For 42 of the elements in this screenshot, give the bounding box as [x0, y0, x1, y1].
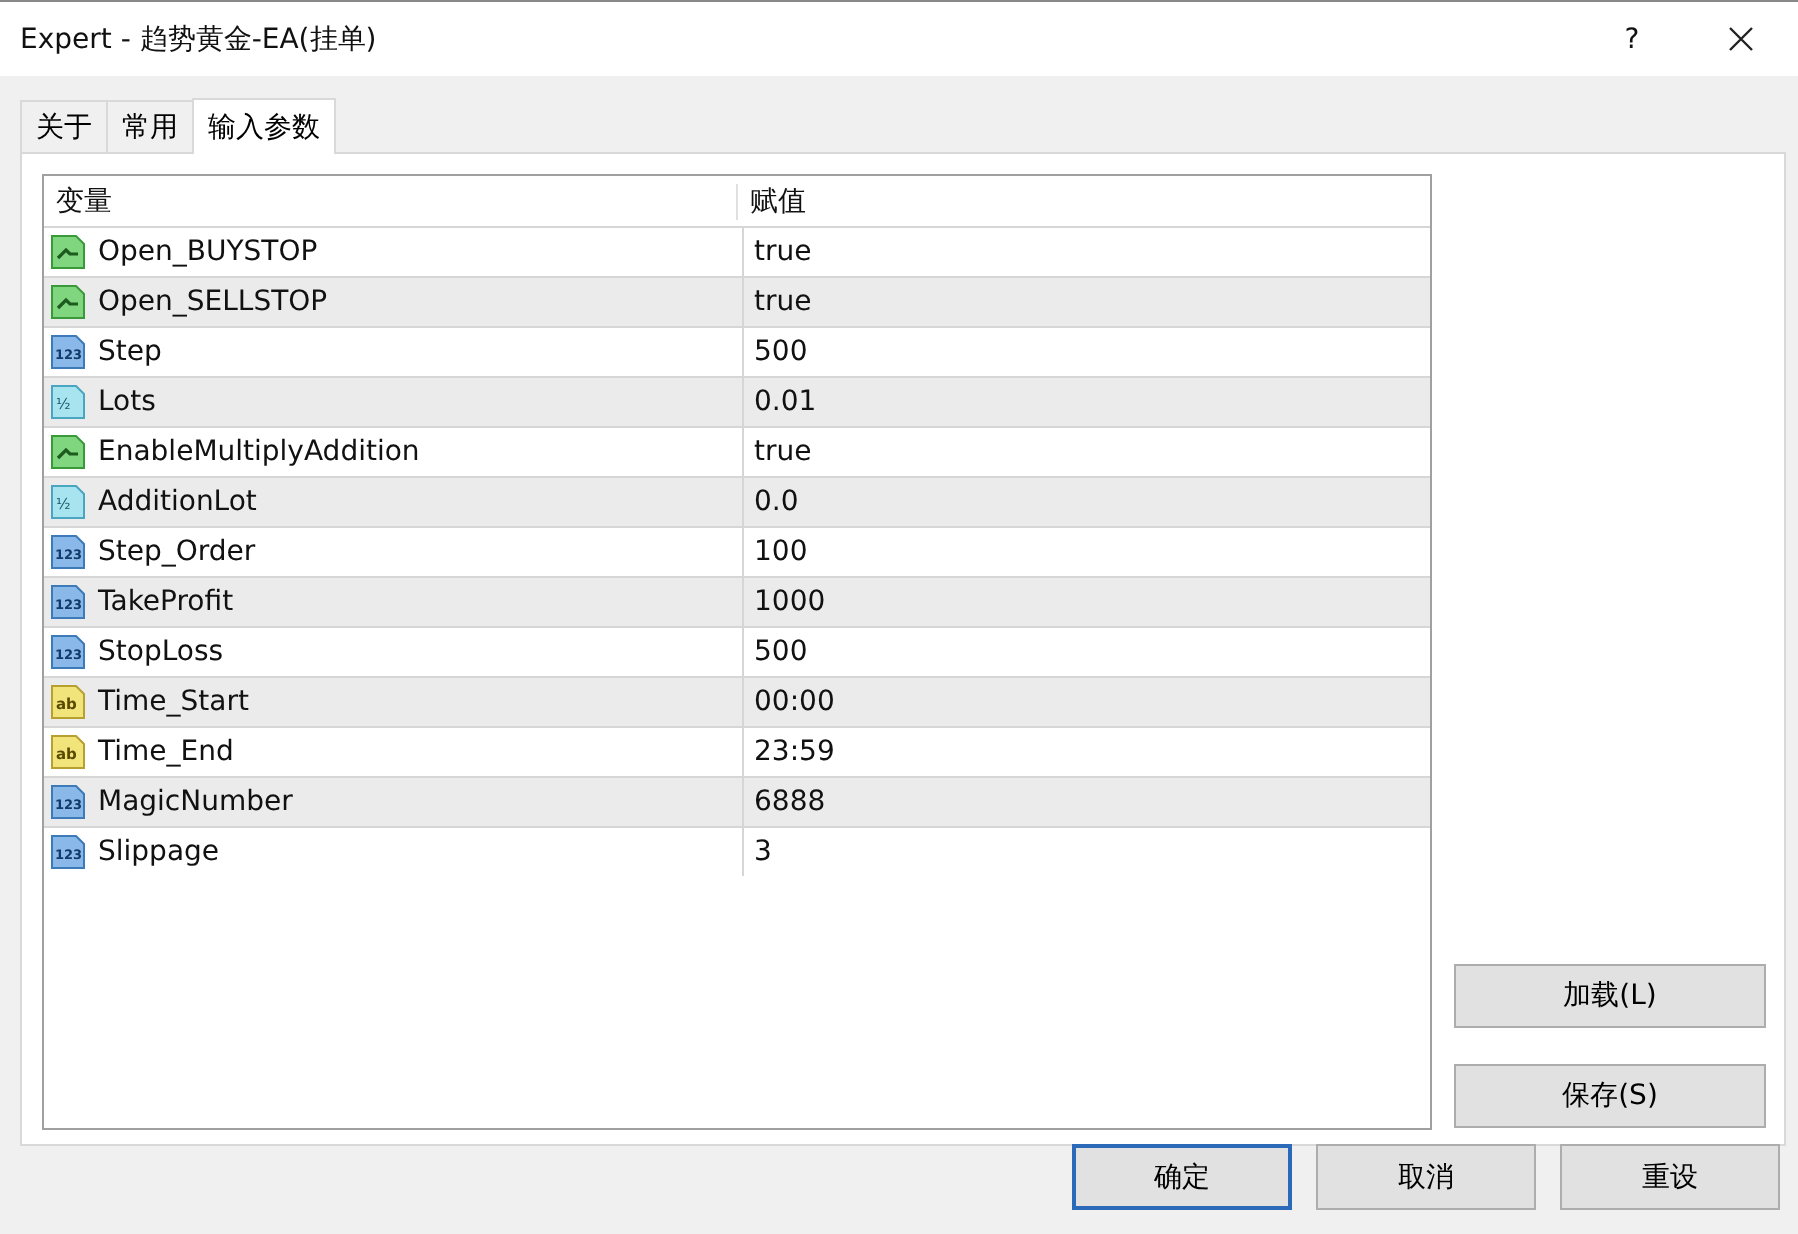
- bool-type-icon: [50, 434, 86, 470]
- tab[interactable]: 关于: [20, 100, 108, 152]
- side-button[interactable]: 加载(L): [1454, 964, 1766, 1028]
- dialog-button[interactable]: 确定: [1072, 1144, 1292, 1210]
- parameter-name: Lots: [98, 386, 156, 418]
- dialog-button[interactable]: 取消: [1316, 1144, 1536, 1210]
- bool-type-icon: [50, 234, 86, 270]
- parameter-name: AdditionLot: [98, 486, 257, 518]
- parameter-name: StopLoss: [98, 636, 224, 668]
- column-header: 赋值: [736, 183, 1430, 219]
- parameter-value: 500: [754, 636, 808, 668]
- parameter-name: MagicNumber: [98, 786, 293, 818]
- dialog-button[interactable]: 重设: [1560, 1144, 1780, 1210]
- parameter-name: Open_SELLSTOP: [98, 286, 328, 318]
- side-button[interactable]: 保存(S): [1454, 1064, 1766, 1128]
- parameter-name: TakeProfit: [98, 586, 234, 618]
- parameter-value: 23:59: [754, 736, 835, 768]
- parameter-name: Open_BUYSTOP: [98, 236, 318, 268]
- parameter-value: 1000: [754, 586, 826, 618]
- bool-type-icon: [50, 284, 86, 320]
- parameter-name: EnableMultiplyAddition: [98, 436, 420, 468]
- parameter-value: true: [754, 286, 812, 318]
- parameter-value: 6888: [754, 786, 826, 818]
- parameter-name: Step_Order: [98, 536, 256, 568]
- parameter-value: 0.0: [754, 486, 799, 518]
- parameter-name: Time_End: [98, 736, 234, 768]
- close-icon[interactable]: [1728, 26, 1754, 52]
- help-button[interactable]: ?: [1612, 23, 1652, 55]
- parameter-name: Step: [98, 336, 162, 368]
- parameter-name: Time_Start: [98, 686, 249, 718]
- parameter-value: 500: [754, 336, 808, 368]
- parameter-name: Slippage: [98, 836, 220, 868]
- parameter-value: true: [754, 236, 812, 268]
- parameter-value: 00:00: [754, 686, 835, 718]
- tab[interactable]: 输入参数: [192, 98, 336, 154]
- column-header: 变量: [54, 183, 114, 219]
- parameter-value: 100: [754, 536, 808, 568]
- parameter-value: 0.01: [754, 386, 817, 418]
- table-row[interactable]: Open_SELLSTOP true: [44, 276, 1430, 326]
- window-title: Expert - 趋势黄金-EA(挂单): [20, 21, 379, 57]
- parameter-value: true: [754, 436, 812, 468]
- parameter-value: 3: [754, 836, 772, 868]
